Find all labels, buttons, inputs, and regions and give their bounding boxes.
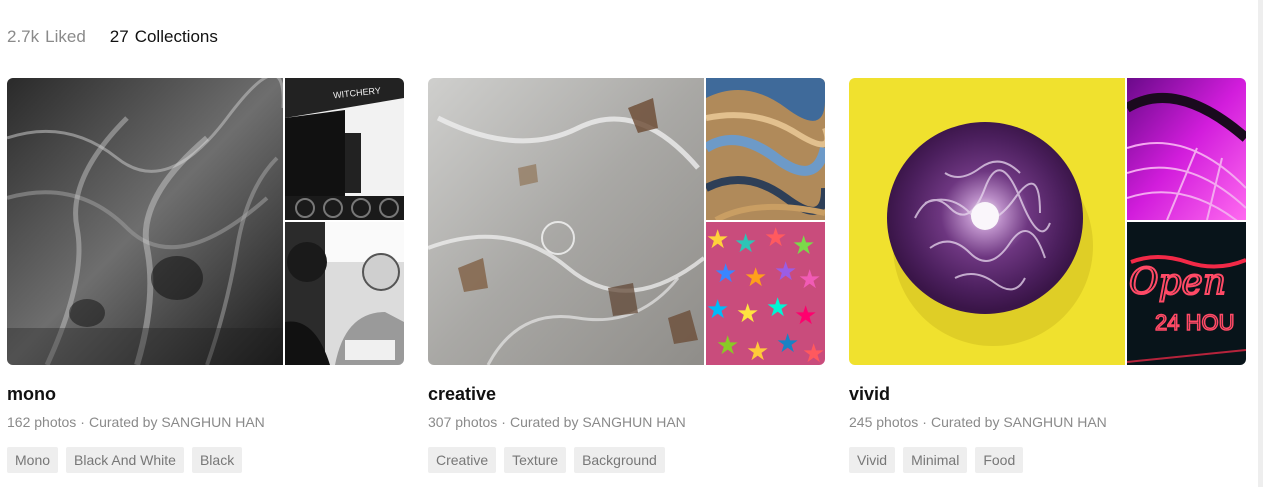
- svg-text:★: ★: [764, 223, 787, 253]
- collection-title[interactable]: vivid: [849, 383, 1246, 405]
- collection-card-vivid: Open 24 HOU vivid 245 photos · Curated by …: [849, 78, 1246, 473]
- tag-vivid[interactable]: Vivid: [849, 447, 896, 473]
- tag-food[interactable]: Food: [975, 447, 1024, 473]
- svg-text:★: ★: [766, 293, 789, 323]
- curator-text[interactable]: Curated by SANGHUN HAN: [89, 414, 265, 430]
- svg-text:★: ★: [716, 331, 739, 361]
- svg-text:★: ★: [776, 329, 799, 359]
- meta-separator: ·: [80, 414, 85, 430]
- collection-meta: 245 photos · Curated by SANGHUN HAN: [849, 413, 1246, 431]
- collections-count: 27: [109, 27, 129, 46]
- svg-text:★: ★: [774, 257, 797, 287]
- witchery-building-bw-photo: WITCHERY: [285, 78, 404, 220]
- collections-label: Collections: [134, 27, 218, 46]
- collection-tags: Mono Black And White Black: [7, 447, 404, 473]
- svg-text:★: ★: [802, 339, 825, 365]
- collection-mosaic-creative[interactable]: ★ ★ ★ ★ ★ ★ ★ ★ ★ ★ ★ ★ ★ ★ ★ ★: [428, 78, 825, 365]
- magenta-curves-photo: [1127, 78, 1246, 220]
- liked-count: 2.7k: [7, 27, 40, 46]
- tab-liked[interactable]: 2.7k Liked: [7, 27, 86, 47]
- svg-text:★: ★: [706, 225, 729, 255]
- meta-separator: ·: [922, 414, 927, 430]
- collection-tags: Creative Texture Background: [428, 447, 825, 473]
- star-confetti-photo: ★ ★ ★ ★ ★ ★ ★ ★ ★ ★ ★ ★ ★ ★ ★ ★: [706, 222, 825, 365]
- tree-bark-bw-photo: [7, 78, 283, 365]
- boxer-bw-photo: [285, 222, 404, 365]
- tag-black[interactable]: Black: [191, 447, 243, 473]
- collection-meta: 307 photos · Curated by SANGHUN HAN: [428, 413, 825, 431]
- liked-label: Liked: [45, 27, 86, 46]
- red-cabbage-photo: [849, 78, 1125, 365]
- svg-text:★: ★: [734, 229, 757, 259]
- tag-minimal[interactable]: Minimal: [903, 447, 968, 473]
- tag-mono[interactable]: Mono: [7, 447, 59, 473]
- svg-text:★: ★: [736, 299, 759, 329]
- curator-text[interactable]: Curated by SANGHUN HAN: [510, 414, 686, 430]
- collection-meta: 162 photos · Curated by SANGHUN HAN: [7, 413, 404, 431]
- svg-text:★: ★: [744, 263, 767, 293]
- collection-card-creative: ★ ★ ★ ★ ★ ★ ★ ★ ★ ★ ★ ★ ★ ★ ★ ★ creative…: [428, 78, 825, 473]
- neon-sign-photo: Open 24 HOU: [1127, 222, 1246, 365]
- ice-texture-photo: [428, 78, 704, 365]
- wood-texture-photo: [706, 78, 825, 220]
- tab-collections[interactable]: 27 Collections: [110, 27, 218, 47]
- collection-tags: Vivid Minimal Food: [849, 447, 1246, 473]
- svg-text:★: ★: [794, 301, 817, 331]
- profile-tabs: 2.7k Liked 27 Collections: [7, 27, 218, 47]
- svg-text:★: ★: [746, 337, 769, 365]
- tag-black-and-white[interactable]: Black And White: [66, 447, 184, 473]
- tag-background[interactable]: Background: [574, 447, 665, 473]
- collection-mosaic-vivid[interactable]: Open 24 HOU: [849, 78, 1246, 365]
- collection-mosaic-mono[interactable]: WITCHERY: [7, 78, 404, 365]
- svg-text:★: ★: [706, 295, 729, 325]
- photo-count: 162 photos: [7, 414, 77, 430]
- svg-text:★: ★: [714, 259, 737, 289]
- meta-separator: ·: [501, 414, 506, 430]
- scrollbar-track[interactable]: [1258, 0, 1263, 487]
- collections-grid: WITCHERY mono 162 photos · Curated by SANG…: [7, 78, 1246, 473]
- neon-24hour-text: 24 HOU: [1155, 310, 1234, 335]
- neon-open-text: Open: [1129, 262, 1226, 303]
- photo-count: 307 photos: [428, 414, 498, 430]
- photo-count: 245 photos: [849, 414, 919, 430]
- tag-texture[interactable]: Texture: [504, 447, 567, 473]
- collection-title[interactable]: mono: [7, 383, 404, 405]
- svg-text:★: ★: [798, 265, 821, 295]
- collection-card-mono: WITCHERY mono 162 photos · Curated by SANG…: [7, 78, 404, 473]
- collection-title[interactable]: creative: [428, 383, 825, 405]
- curator-text[interactable]: Curated by SANGHUN HAN: [931, 414, 1107, 430]
- tag-creative[interactable]: Creative: [428, 447, 497, 473]
